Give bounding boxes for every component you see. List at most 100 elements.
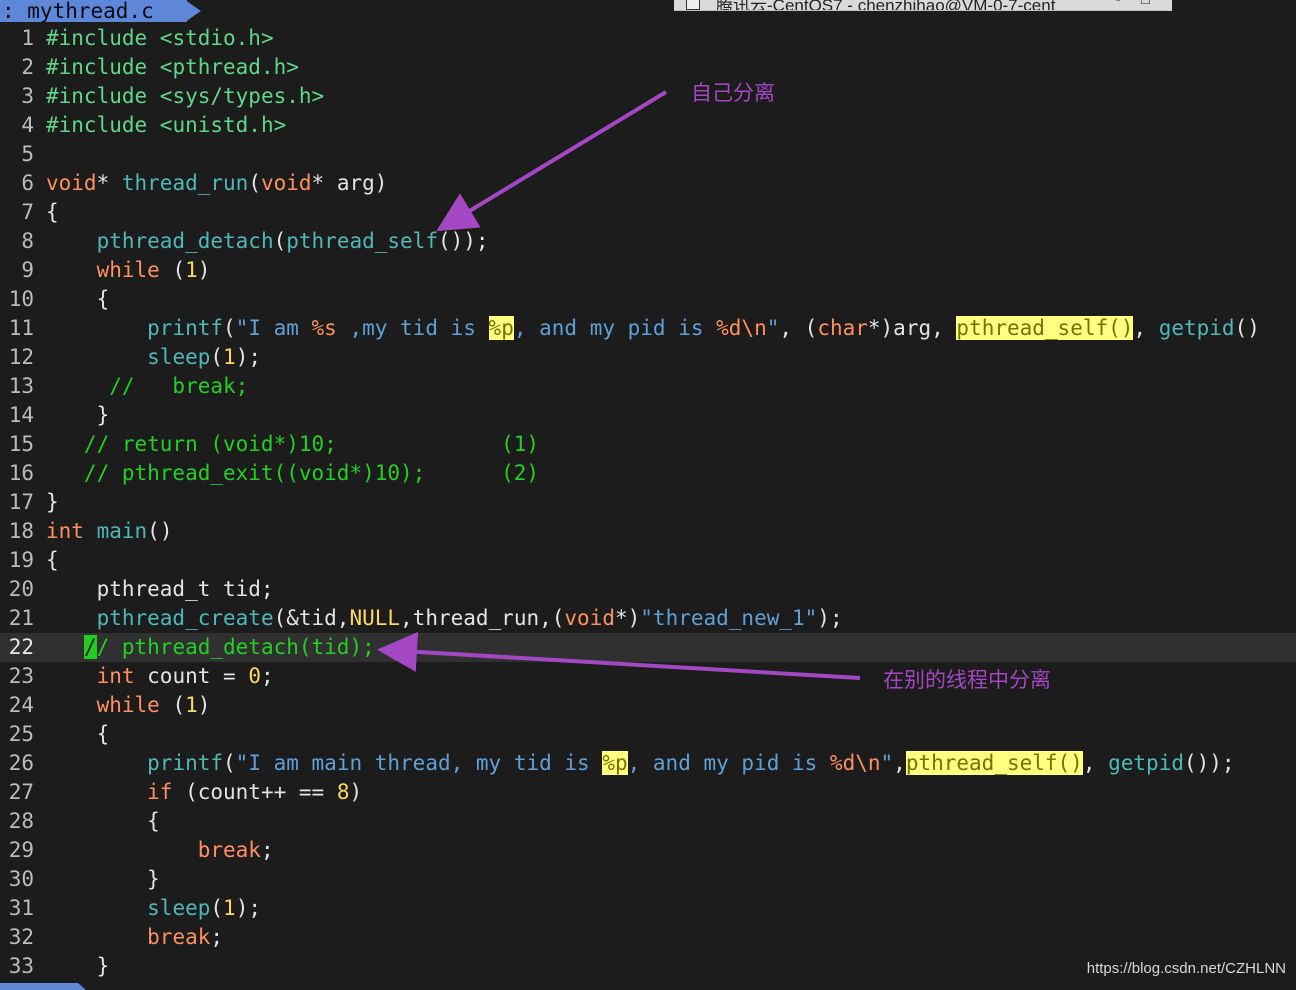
line-number: 10 [8,287,34,311]
code-token: char [817,316,868,340]
line-number: 5 [21,142,34,166]
code-line[interactable]: 9 while (1) [0,256,1296,285]
annotation-self-detach: 自己分离 [691,82,775,105]
code-token: printf [147,316,224,340]
code-token: thread_run [121,171,249,195]
line-number: 15 [8,432,34,456]
code-line[interactable]: 22 // pthread_detach(tid); [0,633,1296,662]
line-number: 2 [21,55,34,79]
code-token: #include [46,26,148,50]
code-text: break; [46,836,274,865]
code-line[interactable]: 14 } [0,401,1296,430]
code-token: / [83,635,97,659]
code-token: , [893,751,906,775]
code-token: 0 [248,664,261,688]
line-number: 20 [8,577,34,601]
code-token: pthread_self() [956,316,1134,340]
code-line[interactable]: 28 { [0,807,1296,836]
code-line[interactable]: 29 break; [0,836,1296,865]
code-line[interactable]: 25 { [0,720,1296,749]
code-token: %s [311,316,337,340]
line-number: 7 [21,200,34,224]
code-token: ( [273,229,287,253]
code-token: pthread_detach [96,229,274,253]
code-token: void [46,171,97,195]
code-line[interactable]: 17} [0,488,1296,517]
code-token: #include [46,55,148,79]
code-token: " [766,316,780,340]
code-text: } [46,401,110,430]
code-line[interactable]: 10 { [0,285,1296,314]
code-token: break [197,838,261,862]
line-number: 3 [21,84,34,108]
line-number: 11 [8,316,34,340]
code-editor[interactable]: 1 #include <stdio.h> 2 #include <pthread.h>… [0,24,1296,981]
tab-bar: : mythread.c 腾讯云-CentOS7 - chenzhihao@VM… [0,0,1296,22]
code-token: (count++ == [172,780,337,804]
code-line[interactable]: 16 // pthread_exit((void*)10); (2) [0,459,1296,488]
code-line[interactable]: 12 sleep(1); [0,343,1296,372]
code-token: *) [614,606,641,630]
code-line[interactable]: 27 if (count++ == 8) [0,778,1296,807]
code-line[interactable]: 15 // return (void*)10; (1) [0,430,1296,459]
code-text: { [46,720,110,749]
code-token: #include [46,113,148,137]
code-token: ) [197,693,211,717]
code-token: 1 [223,896,236,920]
code-token: / pthread_detach(tid); [96,635,375,659]
window-controls[interactable]: - □ [1116,0,1158,8]
line-number: 19 [8,548,34,572]
line-number: 26 [8,751,34,775]
code-line[interactable]: 19 { [0,546,1296,575]
code-text: pthread_t tid; [46,575,274,604]
code-line[interactable]: 7{ [0,198,1296,227]
code-token: ; [260,664,274,688]
code-text: // return (void*)10; (1) [46,430,539,459]
code-line[interactable]: 3 #include <sys/types.h> [0,82,1296,111]
code-line[interactable]: 23 int count = 0; [0,662,1296,691]
code-token: main [96,519,148,543]
code-line[interactable]: 18 int main() [0,517,1296,546]
code-text: #include <stdio.h> [46,24,274,53]
code-token: NULL [349,606,401,630]
code-line[interactable]: 21 pthread_create(&tid,NULL,thread_run,(… [0,604,1296,633]
code-line[interactable]: 24 while (1) [0,691,1296,720]
status-line-mode [0,983,78,990]
code-token: 1 [223,345,236,369]
code-token: getpid [1158,316,1235,340]
code-token: pthread_self [286,229,438,253]
code-token: 8 [336,780,350,804]
code-line[interactable]: 4 #include <unistd.h> [0,111,1296,140]
code-line[interactable]: 20 pthread_t tid; [0,575,1296,604]
code-line[interactable]: 2 #include <pthread.h> [0,53,1296,82]
code-line[interactable]: 13 // break; [0,372,1296,401]
code-text: void* thread_run(void* arg) [46,169,387,198]
code-text: printf("I am %s ,my tid is %p, and my pi… [46,314,1260,343]
code-token: } [46,490,59,514]
line-number: 6 [21,171,34,195]
code-token: int [96,664,135,688]
code-token: *)arg, [867,316,957,340]
code-line[interactable]: 32 break; [0,923,1296,952]
code-text: pthread_detach(pthread_self()); [46,227,489,256]
tab-mythread-c[interactable]: : mythread.c [0,0,187,22]
code-token: "I am main thread, my tid is [235,751,603,775]
code-token: ( [159,693,186,717]
code-token: * [96,171,122,195]
code-line[interactable]: 5 [0,140,1296,169]
line-number: 33 [8,954,34,978]
code-line[interactable]: 8 pthread_detach(pthread_self()); [0,227,1296,256]
code-line[interactable]: 11 printf("I am %s ,my tid is %p, and my… [0,314,1296,343]
code-line[interactable]: 26 printf("I am main thread, my tid is %… [0,749,1296,778]
code-line[interactable]: 1 #include <stdio.h> [0,24,1296,53]
code-line[interactable]: 30 } [0,865,1296,894]
code-token: <stdio.h> [147,26,274,50]
code-line[interactable]: 6 void* thread_run(void* arg) [0,169,1296,198]
code-token: , ( [779,316,818,340]
code-line[interactable]: 31 sleep(1); [0,894,1296,923]
code-token: { [46,809,160,833]
